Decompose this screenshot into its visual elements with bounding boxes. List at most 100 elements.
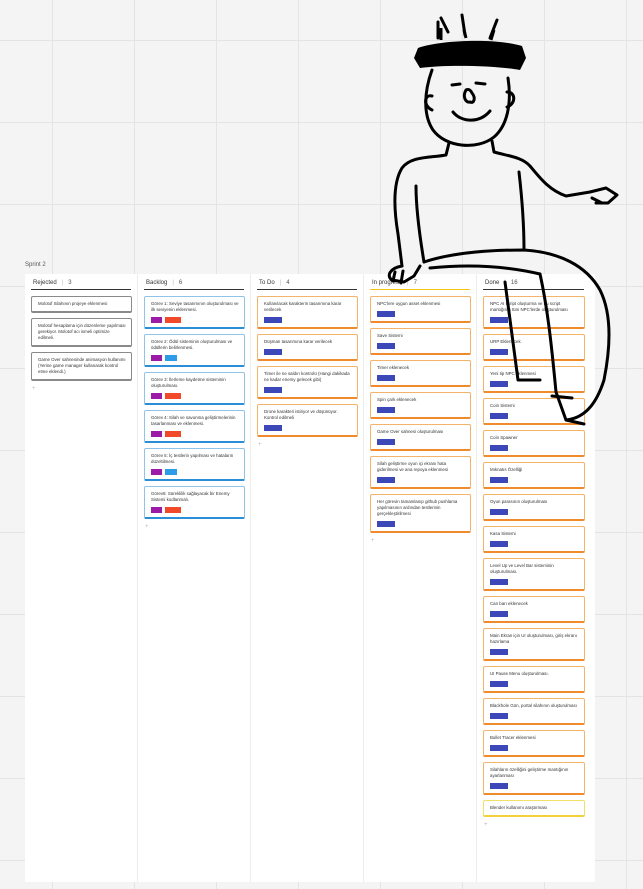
task-card-text: Coin Sistemi bbox=[490, 403, 515, 408]
add-card-button[interactable]: + bbox=[477, 822, 590, 828]
indigo-label-tag[interactable] bbox=[490, 783, 508, 789]
task-card[interactable]: Görev 1: Seviye tasarımının oluşturulmas… bbox=[144, 296, 245, 329]
red-label-tag[interactable] bbox=[165, 317, 181, 323]
add-card-button[interactable]: + bbox=[138, 524, 250, 530]
indigo-label-tag[interactable] bbox=[490, 681, 508, 687]
column-header[interactable]: Backlog | 6 bbox=[144, 280, 244, 290]
indigo-label-tag[interactable] bbox=[264, 387, 282, 393]
indigo-label-tag[interactable] bbox=[490, 541, 508, 547]
task-card[interactable]: Görev 4: Silah ve savunma geliştirmeleri… bbox=[144, 410, 245, 443]
task-card[interactable]: Can barı eklenecek bbox=[483, 596, 585, 623]
task-card[interactable]: UI Pause Menu oluşturulması. bbox=[483, 666, 585, 693]
sky-label-tag[interactable] bbox=[165, 355, 177, 361]
card-list: Kullanılacak karakterin tasarımına karar… bbox=[251, 290, 363, 442]
indigo-label-tag[interactable] bbox=[264, 425, 282, 431]
task-card[interactable]: Drone karakteri istiriyor ve düşünüyor. … bbox=[257, 404, 358, 437]
red-label-tag[interactable] bbox=[165, 431, 181, 437]
task-card[interactable]: Molotof hesaplama için düzenleme yapılma… bbox=[31, 318, 132, 347]
column-count: 7 bbox=[413, 280, 417, 286]
task-card[interactable]: Her görevin tamamlanıp github pushlama y… bbox=[370, 494, 471, 533]
indigo-label-tag[interactable] bbox=[377, 439, 395, 445]
task-card-text: Düşman tasarımına karar verilecek bbox=[264, 339, 333, 344]
task-card[interactable]: Mıknatıs Özelliği bbox=[483, 462, 585, 489]
column-header[interactable]: Done | 16 bbox=[483, 280, 584, 290]
tag-list bbox=[264, 387, 352, 393]
purple-label-tag[interactable] bbox=[151, 431, 162, 437]
task-card[interactable]: Timer eklenecek bbox=[370, 360, 471, 387]
task-card[interactable]: URP Eklenecek bbox=[483, 334, 585, 361]
plus-icon: + bbox=[258, 442, 262, 448]
task-card[interactable]: Görev6: Süreklilik sağlayacak bir Enemy … bbox=[144, 486, 245, 519]
indigo-label-tag[interactable] bbox=[490, 317, 508, 323]
purple-label-tag[interactable] bbox=[151, 393, 162, 399]
task-card[interactable]: Bullet Tracer eklenmesi bbox=[483, 730, 585, 757]
indigo-label-tag[interactable] bbox=[377, 407, 395, 413]
task-card-text: Molotof hesaplama için düzenleme yapılma… bbox=[38, 323, 126, 340]
add-card-button[interactable]: + bbox=[364, 538, 476, 544]
task-card[interactable]: NPC AI script oluşturma ve bu script man… bbox=[483, 296, 585, 329]
column-header[interactable]: To Do | 4 bbox=[257, 280, 357, 290]
indigo-label-tag[interactable] bbox=[490, 713, 508, 719]
indigo-label-tag[interactable] bbox=[490, 649, 508, 655]
task-card[interactable]: Coin Spawner bbox=[483, 430, 585, 457]
task-card[interactable]: NPC'lere uygun asset eklenmesi bbox=[370, 296, 471, 323]
task-card[interactable]: Kullanılacak karakterin tasarımına karar… bbox=[257, 296, 358, 329]
purple-label-tag[interactable] bbox=[151, 507, 162, 513]
task-card-text: Silah geliştirme oyun içi ekranı hata gi… bbox=[377, 461, 449, 472]
indigo-label-tag[interactable] bbox=[490, 445, 508, 451]
purple-label-tag[interactable] bbox=[151, 355, 162, 361]
tag-list bbox=[264, 425, 352, 431]
column-title: Backlog bbox=[146, 280, 168, 286]
task-card[interactable]: Görev 5: İç testlerin yapılması ve hatal… bbox=[144, 448, 245, 481]
task-card[interactable]: Düşman tasarımına karar verilecek bbox=[257, 334, 358, 361]
indigo-label-tag[interactable] bbox=[490, 381, 508, 387]
column-header[interactable]: Rejected | 3 bbox=[31, 280, 131, 290]
purple-label-tag[interactable] bbox=[151, 469, 162, 475]
task-card[interactable]: Molotof Silahının projeye eklenmesi bbox=[31, 296, 132, 313]
add-card-button[interactable]: + bbox=[251, 442, 363, 448]
indigo-label-tag[interactable] bbox=[490, 611, 508, 617]
task-card-text: Save Sistemi bbox=[377, 333, 403, 338]
indigo-label-tag[interactable] bbox=[490, 509, 508, 515]
card-list: NPC'lere uygun asset eklenmesi Save Siste… bbox=[364, 290, 476, 538]
indigo-label-tag[interactable] bbox=[264, 349, 282, 355]
indigo-label-tag[interactable] bbox=[264, 317, 282, 323]
task-card[interactable]: Save Sistemi bbox=[370, 328, 471, 355]
indigo-label-tag[interactable] bbox=[377, 521, 395, 527]
indigo-label-tag[interactable] bbox=[490, 413, 508, 419]
indigo-label-tag[interactable] bbox=[490, 477, 508, 483]
indigo-label-tag[interactable] bbox=[490, 745, 508, 751]
task-card[interactable]: Timer ile ne saldırı kontrolü (Hangi dak… bbox=[257, 366, 358, 399]
task-card[interactable]: Blender kullanımı araştırması bbox=[483, 800, 585, 817]
indigo-label-tag[interactable] bbox=[377, 343, 395, 349]
indigo-label-tag[interactable] bbox=[377, 311, 395, 317]
task-card[interactable]: Spin çark eklenecek bbox=[370, 392, 471, 419]
indigo-label-tag[interactable] bbox=[377, 375, 395, 381]
task-card[interactable]: Yeni tip NPC eklenmesi bbox=[483, 366, 585, 393]
purple-label-tag[interactable] bbox=[151, 317, 162, 323]
indigo-label-tag[interactable] bbox=[490, 349, 508, 355]
task-card[interactable]: Blackhole Gün, portal silahının oluşturu… bbox=[483, 698, 585, 725]
task-card[interactable]: Oyun parasının oluşturulması bbox=[483, 494, 585, 521]
sky-label-tag[interactable] bbox=[165, 469, 177, 475]
task-card[interactable]: Kasa Sistemi bbox=[483, 526, 585, 553]
kanban-board: Rejected | 3 Molotof Silahının projeye ekle… bbox=[25, 274, 595, 882]
indigo-label-tag[interactable] bbox=[490, 579, 508, 585]
task-card[interactable]: Görev 3: İlerleme kaydetme sisteminin ol… bbox=[144, 372, 245, 405]
red-label-tag[interactable] bbox=[165, 393, 181, 399]
plus-icon: + bbox=[371, 538, 375, 544]
column-header[interactable]: In progress | 7 bbox=[370, 280, 470, 290]
task-card[interactable]: Silah geliştirme oyun içi ekranı hata gi… bbox=[370, 456, 471, 489]
add-card-button[interactable]: + bbox=[25, 386, 137, 392]
red-label-tag[interactable] bbox=[165, 507, 181, 513]
task-card[interactable]: Silahların özelliğini geliştirme mantığı… bbox=[483, 762, 585, 795]
task-card[interactable]: Game Over sahnesi oluşturulması bbox=[370, 424, 471, 451]
task-card[interactable]: Main Ekran için UI oluşturulması, giriş … bbox=[483, 628, 585, 661]
task-card[interactable]: Game Over sahnesinde animasyon kullanımı… bbox=[31, 352, 132, 381]
task-card[interactable]: Coin Sistemi bbox=[483, 398, 585, 425]
tag-list bbox=[490, 477, 579, 483]
task-card[interactable]: Level Up ve Level Bar sisteminin oluştur… bbox=[483, 558, 585, 591]
indigo-label-tag[interactable] bbox=[377, 477, 395, 483]
task-card[interactable]: Görev 2: Ödül sisteminin oluşturulması v… bbox=[144, 334, 245, 367]
task-card-text: Kasa Sistemi bbox=[490, 531, 516, 536]
